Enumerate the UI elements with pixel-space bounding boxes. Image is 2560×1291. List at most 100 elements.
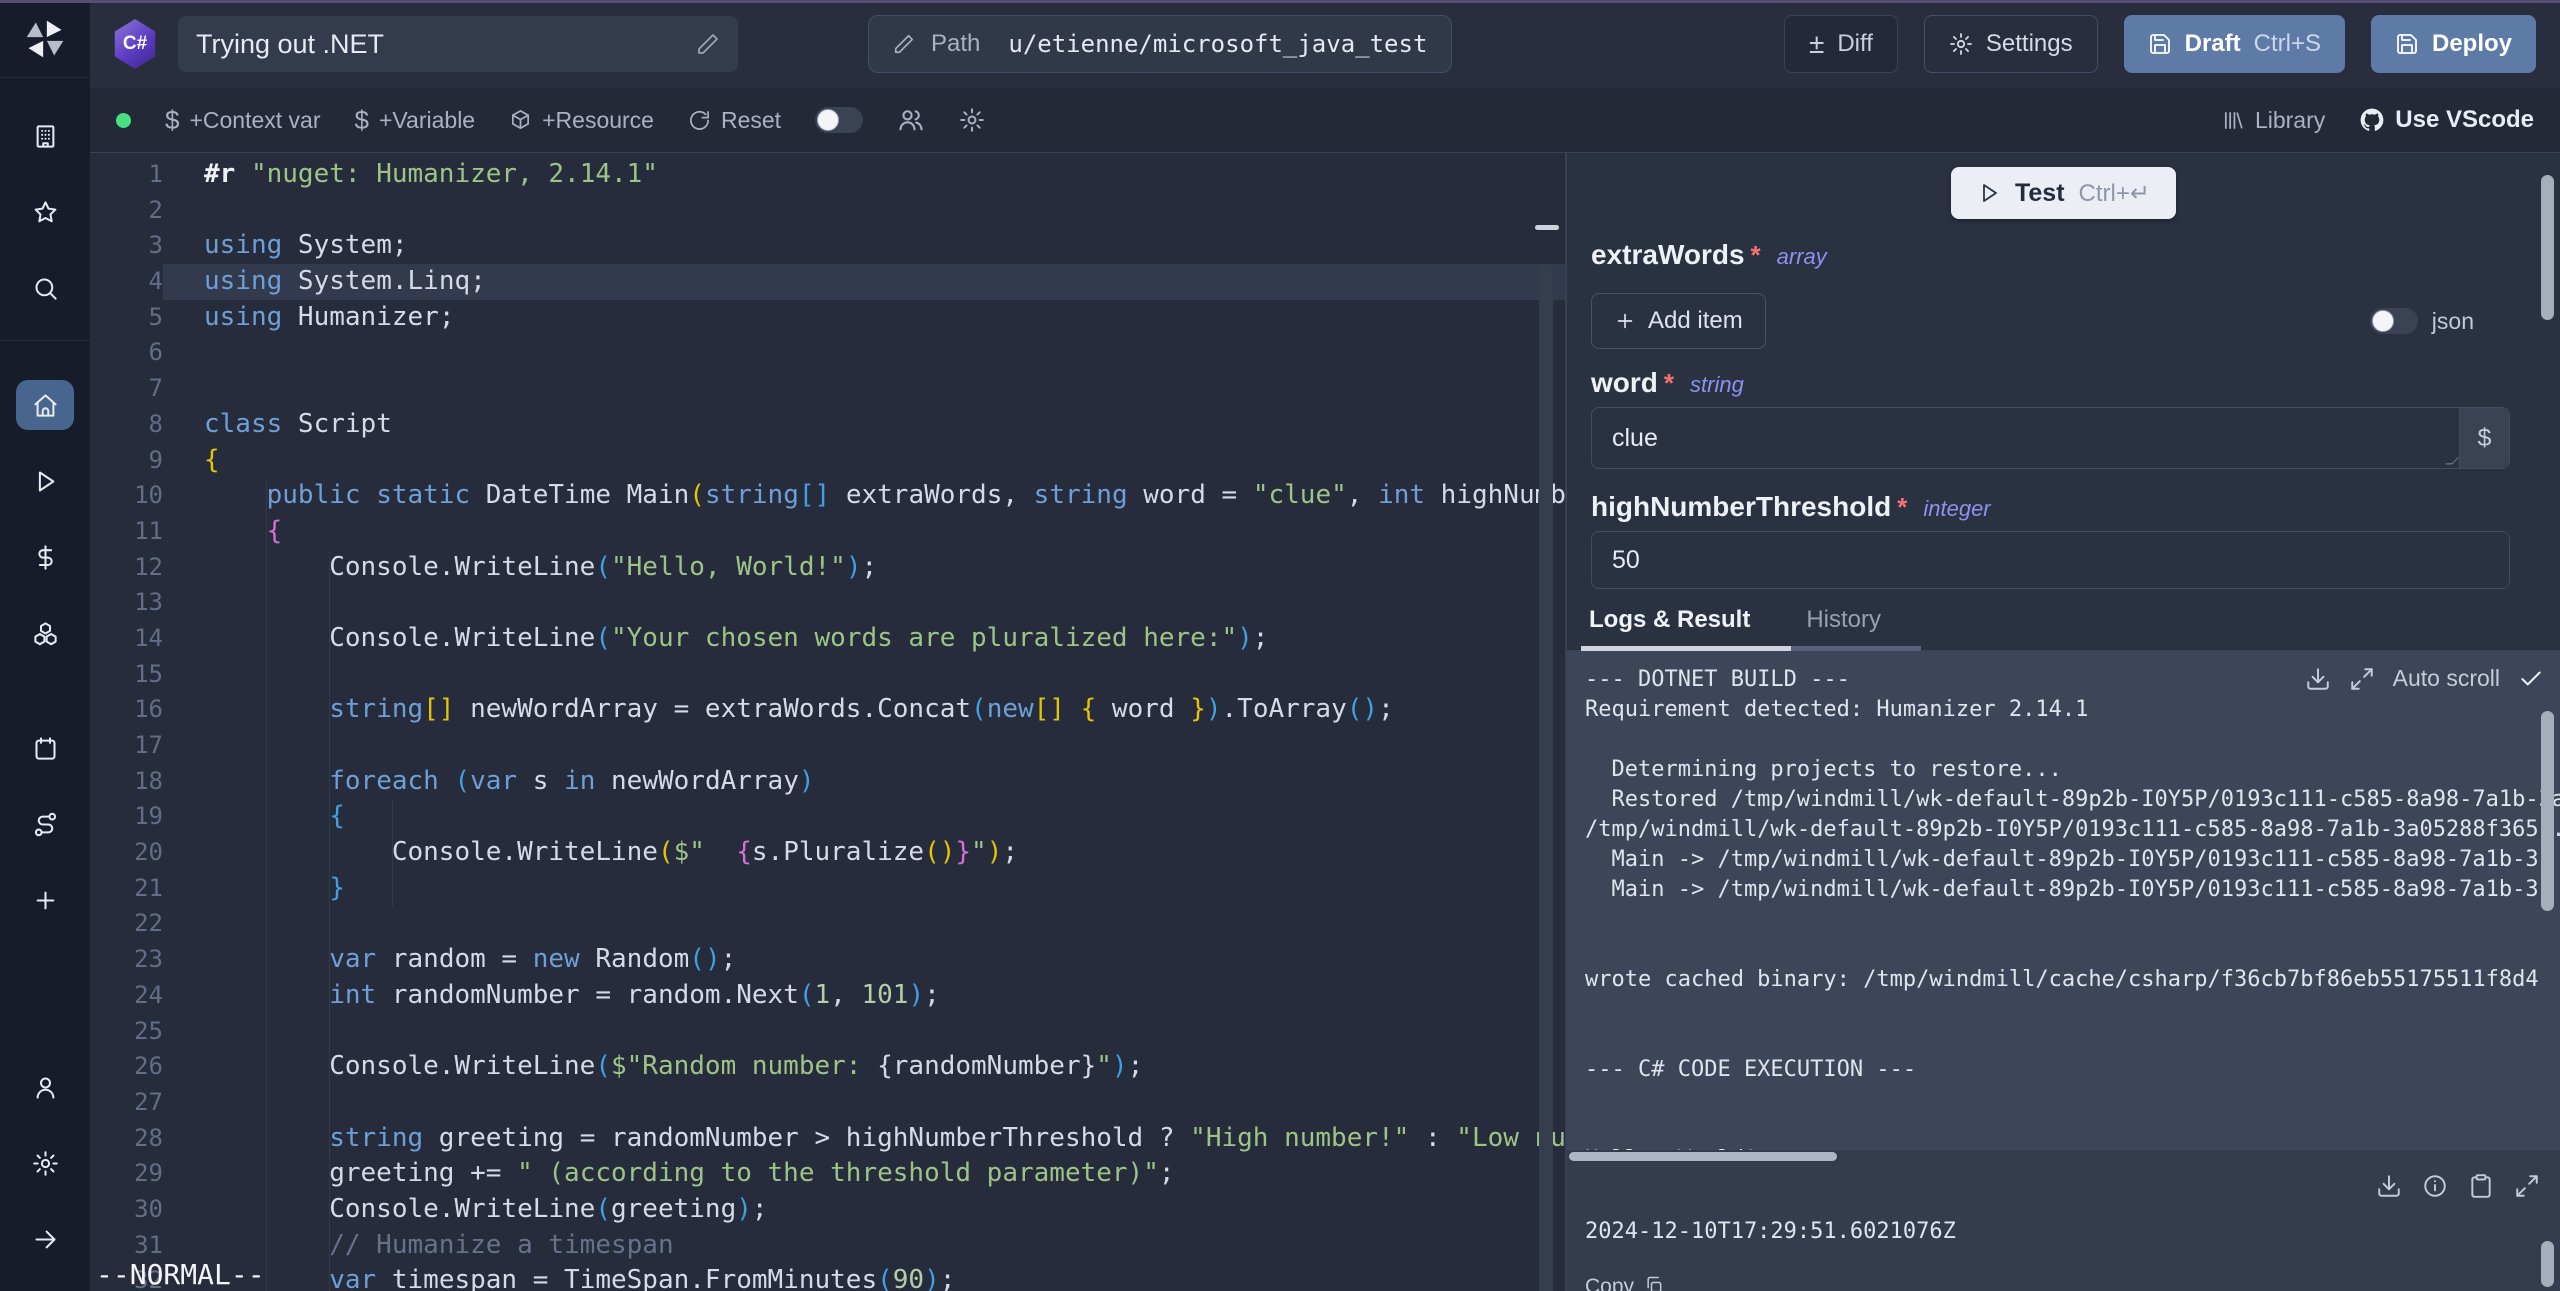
line-number: 21 [90, 871, 163, 907]
code-line[interactable]: 18 foreach (var s in newWordArray) [90, 764, 1565, 800]
windmill-logo-icon [23, 17, 67, 61]
download-result-icon[interactable] [2376, 1173, 2402, 1199]
tab-logs-result[interactable]: Logs & Result [1589, 606, 1750, 634]
code-line[interactable]: 24 int randomNumber = random.Next(1, 101… [90, 978, 1565, 1014]
check-icon[interactable] [2518, 666, 2544, 692]
users-icon[interactable] [897, 106, 925, 134]
code-editor[interactable]: 1#r "nuget: Humanizer, 2.14.1"23using Sy… [90, 153, 1567, 1291]
code-line[interactable]: 8class Script [90, 407, 1565, 443]
windmill-script-editor: C# Trying out .NET Path u/etienne/micros… [0, 0, 2560, 1291]
json-toggle[interactable] [2370, 308, 2418, 334]
gear-icon [1949, 32, 1973, 56]
add-context-var-button[interactable]: $ +Context var [165, 105, 321, 136]
code-line[interactable]: 17 [90, 728, 1565, 764]
code-line[interactable]: 16 string[] newWordArray = extraWords.Co… [90, 692, 1565, 728]
code-line[interactable]: 20 Console.WriteLine($" {s.Pluralize()}"… [90, 835, 1565, 871]
sidebar-item-building[interactable] [16, 111, 74, 161]
tab-history[interactable]: History [1806, 606, 1881, 634]
code-line[interactable]: 27 [90, 1085, 1565, 1121]
word-input-wrapper: $ [1591, 407, 2510, 469]
toggle-knob [817, 109, 839, 131]
code-line[interactable]: 15 [90, 657, 1565, 693]
code-line[interactable]: 9{ [90, 443, 1565, 479]
script-title-input[interactable]: Trying out .NET [178, 16, 738, 72]
code-line[interactable]: 13 [90, 585, 1565, 621]
code-line[interactable]: 21 } [90, 871, 1565, 907]
diff-mode-toggle[interactable] [815, 107, 863, 133]
sidebar-item-route[interactable] [16, 799, 74, 849]
expand-result-icon[interactable] [2514, 1173, 2540, 1199]
sidebar-item-user[interactable] [16, 1062, 74, 1112]
draft-button-label: Draft [2185, 30, 2241, 58]
sidebar-item-home[interactable] [16, 380, 74, 430]
log-line [1585, 725, 2560, 755]
code-line[interactable]: 10 public static DateTime Main(string[] … [90, 478, 1565, 514]
code-line[interactable]: 22 [90, 906, 1565, 942]
result-scrollbar[interactable] [2541, 1241, 2554, 1287]
diff-button[interactable]: ± Diff [1784, 15, 1898, 73]
code-line[interactable]: 31 // Humanize a timespan [90, 1228, 1565, 1264]
edit-title-pencil-icon[interactable] [696, 32, 720, 56]
sidebar-item-dollar[interactable] [16, 532, 74, 582]
sidebar-item-search[interactable] [16, 263, 74, 313]
code-line[interactable]: 4using System.Linq; [90, 264, 1565, 300]
settings-button[interactable]: Settings [1924, 15, 2098, 73]
code-line[interactable]: 1#r "nuget: Humanizer, 2.14.1" [90, 157, 1565, 193]
expand-logs-icon[interactable] [2349, 666, 2375, 692]
use-vscode-button[interactable]: Use VScode [2359, 106, 2534, 134]
code-text: } [163, 871, 1565, 907]
bottom-tabs: Logs & Result History [1567, 589, 2560, 651]
left-sidebar [0, 0, 90, 1291]
sidebar-item-star[interactable] [16, 187, 74, 237]
deploy-button[interactable]: Deploy [2371, 15, 2536, 73]
sidebar-item-settings[interactable] [16, 1138, 74, 1188]
form-scrollbar[interactable] [2541, 175, 2554, 320]
code-text: using System.Linq; [163, 264, 1565, 300]
download-logs-icon[interactable] [2305, 666, 2331, 692]
path-editor[interactable]: Path u/etienne/microsoft_java_test [868, 15, 1452, 73]
add-variable-button[interactable]: $ +Variable [355, 105, 476, 136]
code-line[interactable]: 25 [90, 1014, 1565, 1050]
sidebar-item-plus[interactable] [16, 875, 74, 925]
code-line[interactable]: 2 [90, 193, 1565, 229]
test-button[interactable]: Test Ctrl+↵ [1951, 167, 2176, 219]
gear-icon[interactable] [959, 107, 985, 133]
code-line[interactable]: 28 string greeting = randomNumber > high… [90, 1121, 1565, 1157]
code-line[interactable]: 5using Humanizer; [90, 300, 1565, 336]
sidebar-item-boxes[interactable] [16, 608, 74, 658]
insert-variable-button[interactable]: $ [2459, 408, 2509, 468]
code-line[interactable]: 19 { [90, 799, 1565, 835]
library-button[interactable]: Library [2222, 107, 2325, 134]
code-line[interactable]: 32 var timespan = TimeSpan.FromMinutes(9… [90, 1263, 1565, 1291]
code-line[interactable]: 29 greeting += " (according to the thres… [90, 1156, 1565, 1192]
code-text: int randomNumber = random.Next(1, 101); [163, 978, 1565, 1014]
editor-scrollbar[interactable] [1539, 265, 1553, 1291]
info-icon[interactable] [2422, 1173, 2448, 1199]
reset-button[interactable]: Reset [688, 107, 781, 134]
add-item-button[interactable]: Add item [1591, 293, 1766, 349]
draft-button[interactable]: Draft Ctrl+S [2124, 15, 2345, 73]
code-line[interactable]: 12 Console.WriteLine("Hello, World!"); [90, 550, 1565, 586]
sidebar-item-arrow-right[interactable] [16, 1214, 74, 1264]
code-line[interactable]: 7 [90, 371, 1565, 407]
add-resource-button[interactable]: +Resource [509, 107, 654, 134]
code-line[interactable]: 23 var random = new Random(); [90, 942, 1565, 978]
code-line[interactable]: 6 [90, 335, 1565, 371]
sidebar-item-play[interactable] [16, 456, 74, 506]
log-horizontal-scrollbar[interactable] [1567, 1150, 2560, 1163]
code-line[interactable]: 3using System; [90, 228, 1565, 264]
calendar-icon [32, 735, 59, 762]
log-output[interactable]: --- DOTNET BUILD ---Requirement detected… [1567, 651, 2560, 1163]
threshold-input[interactable] [1592, 532, 2509, 588]
sidebar-item-calendar[interactable] [16, 723, 74, 773]
copy-result-button[interactable]: Copy [1585, 1275, 1664, 1291]
code-line[interactable]: 26 Console.WriteLine($"Random number: {r… [90, 1049, 1565, 1085]
windmill-logo[interactable] [0, 0, 90, 78]
code-line[interactable]: 30 Console.WriteLine(greeting); [90, 1192, 1565, 1228]
panel-resize-handle[interactable] [1535, 225, 1559, 230]
log-scrollbar[interactable] [2541, 711, 2554, 911]
clipboard-icon[interactable] [2468, 1173, 2494, 1199]
word-input[interactable] [1592, 408, 2459, 468]
code-line[interactable]: 14 Console.WriteLine("Your chosen words … [90, 621, 1565, 657]
code-line[interactable]: 11 { [90, 514, 1565, 550]
